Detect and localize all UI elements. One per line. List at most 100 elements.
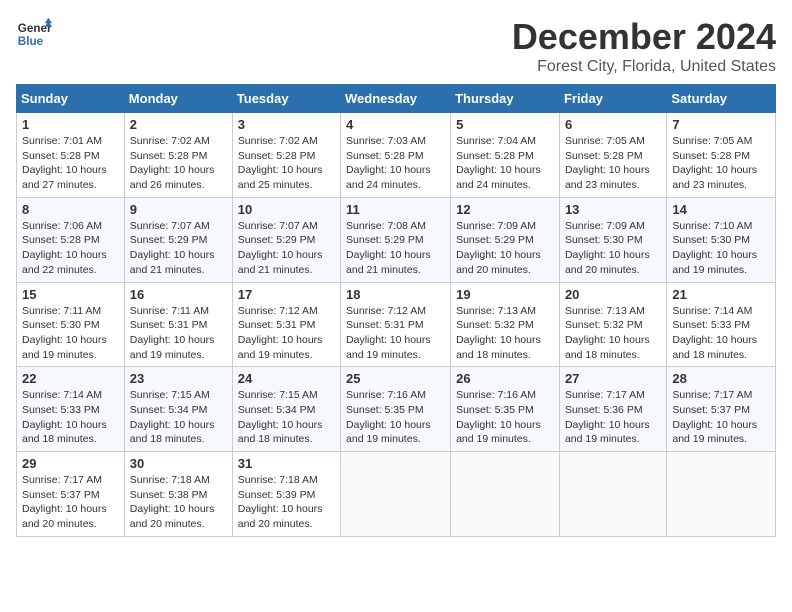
- day-number: 11: [346, 202, 445, 217]
- day-info: Sunrise: 7:10 AMSunset: 5:30 PMDaylight:…: [672, 219, 770, 278]
- calendar-day-cell: 23 Sunrise: 7:15 AMSunset: 5:34 PMDayligh…: [124, 367, 232, 452]
- calendar-day-cell: 12 Sunrise: 7:09 AMSunset: 5:29 PMDayligh…: [451, 197, 560, 282]
- day-number: 13: [565, 202, 661, 217]
- day-number: 10: [238, 202, 335, 217]
- day-info: Sunrise: 7:06 AMSunset: 5:28 PMDaylight:…: [22, 219, 119, 278]
- calendar-day-cell: 16 Sunrise: 7:11 AMSunset: 5:31 PMDayligh…: [124, 282, 232, 367]
- day-number: 5: [456, 117, 554, 132]
- day-info: Sunrise: 7:02 AMSunset: 5:28 PMDaylight:…: [130, 134, 227, 193]
- day-info: Sunrise: 7:15 AMSunset: 5:34 PMDaylight:…: [238, 388, 335, 447]
- weekday-header-cell: Monday: [124, 85, 232, 113]
- day-info: Sunrise: 7:16 AMSunset: 5:35 PMDaylight:…: [346, 388, 445, 447]
- day-info: Sunrise: 7:11 AMSunset: 5:31 PMDaylight:…: [130, 304, 227, 363]
- day-info: Sunrise: 7:01 AMSunset: 5:28 PMDaylight:…: [22, 134, 119, 193]
- calendar-week-row: 1 Sunrise: 7:01 AMSunset: 5:28 PMDaylight…: [17, 113, 776, 198]
- logo: General Blue: [16, 16, 52, 52]
- calendar-day-cell: 2 Sunrise: 7:02 AMSunset: 5:28 PMDaylight…: [124, 113, 232, 198]
- day-number: 23: [130, 371, 227, 386]
- calendar-day-cell: 31 Sunrise: 7:18 AMSunset: 5:39 PMDayligh…: [232, 452, 340, 537]
- day-info: Sunrise: 7:07 AMSunset: 5:29 PMDaylight:…: [130, 219, 227, 278]
- day-info: Sunrise: 7:17 AMSunset: 5:37 PMDaylight:…: [672, 388, 770, 447]
- calendar-day-cell: 7 Sunrise: 7:05 AMSunset: 5:28 PMDaylight…: [667, 113, 776, 198]
- day-number: 3: [238, 117, 335, 132]
- calendar-day-cell: 30 Sunrise: 7:18 AMSunset: 5:38 PMDayligh…: [124, 452, 232, 537]
- day-info: Sunrise: 7:13 AMSunset: 5:32 PMDaylight:…: [456, 304, 554, 363]
- day-number: 30: [130, 456, 227, 471]
- day-info: Sunrise: 7:18 AMSunset: 5:39 PMDaylight:…: [238, 473, 335, 532]
- calendar-day-cell: 29 Sunrise: 7:17 AMSunset: 5:37 PMDayligh…: [17, 452, 125, 537]
- svg-text:Blue: Blue: [18, 35, 44, 48]
- calendar-day-cell: 19 Sunrise: 7:13 AMSunset: 5:32 PMDayligh…: [451, 282, 560, 367]
- day-number: 25: [346, 371, 445, 386]
- calendar-day-cell: 18Sunrise: 7:12 AMSunset: 5:31 PMDayligh…: [341, 282, 451, 367]
- day-info: Sunrise: 7:12 AMSunset: 5:31 PMDaylight:…: [238, 304, 335, 363]
- calendar-day-cell: [451, 452, 560, 537]
- calendar-day-cell: 1 Sunrise: 7:01 AMSunset: 5:28 PMDaylight…: [17, 113, 125, 198]
- page-header: General Blue December 2024 Forest City, …: [16, 16, 776, 76]
- day-number: 18: [346, 287, 445, 302]
- day-info: Sunrise: 7:18 AMSunset: 5:38 PMDaylight:…: [130, 473, 227, 532]
- day-number: 24: [238, 371, 335, 386]
- day-info: Sunrise: 7:05 AMSunset: 5:28 PMDaylight:…: [672, 134, 770, 193]
- calendar-day-cell: 11 Sunrise: 7:08 AMSunset: 5:29 PMDayligh…: [341, 197, 451, 282]
- calendar-day-cell: 9 Sunrise: 7:07 AMSunset: 5:29 PMDaylight…: [124, 197, 232, 282]
- weekday-header-cell: Sunday: [17, 85, 125, 113]
- weekday-header-cell: Thursday: [451, 85, 560, 113]
- day-number: 28: [672, 371, 770, 386]
- weekday-header-cell: Saturday: [667, 85, 776, 113]
- calendar-day-cell: 21 Sunrise: 7:14 AMSunset: 5:33 PMDayligh…: [667, 282, 776, 367]
- day-info: Sunrise: 7:14 AMSunset: 5:33 PMDaylight:…: [672, 304, 770, 363]
- day-info: Sunrise: 7:16 AMSunset: 5:35 PMDaylight:…: [456, 388, 554, 447]
- calendar-day-cell: 10 Sunrise: 7:07 AMSunset: 5:29 PMDayligh…: [232, 197, 340, 282]
- calendar-day-cell: 13 Sunrise: 7:09 AMSunset: 5:30 PMDayligh…: [559, 197, 666, 282]
- day-number: 7: [672, 117, 770, 132]
- calendar-day-cell: 20Sunrise: 7:13 AMSunset: 5:32 PMDayligh…: [559, 282, 666, 367]
- day-number: 17: [238, 287, 335, 302]
- day-info: Sunrise: 7:09 AMSunset: 5:30 PMDaylight:…: [565, 219, 661, 278]
- day-number: 19: [456, 287, 554, 302]
- day-number: 16: [130, 287, 227, 302]
- day-info: Sunrise: 7:11 AMSunset: 5:30 PMDaylight:…: [22, 304, 119, 363]
- day-number: 27: [565, 371, 661, 386]
- day-number: 1: [22, 117, 119, 132]
- weekday-header-cell: Friday: [559, 85, 666, 113]
- calendar-day-cell: 24 Sunrise: 7:15 AMSunset: 5:34 PMDayligh…: [232, 367, 340, 452]
- day-number: 8: [22, 202, 119, 217]
- day-info: Sunrise: 7:02 AMSunset: 5:28 PMDaylight:…: [238, 134, 335, 193]
- day-info: Sunrise: 7:08 AMSunset: 5:29 PMDaylight:…: [346, 219, 445, 278]
- calendar-day-cell: 8 Sunrise: 7:06 AMSunset: 5:28 PMDaylight…: [17, 197, 125, 282]
- weekday-header-cell: Tuesday: [232, 85, 340, 113]
- month-title: December 2024: [512, 16, 776, 58]
- day-info: Sunrise: 7:05 AMSunset: 5:28 PMDaylight:…: [565, 134, 661, 193]
- calendar-week-row: 29 Sunrise: 7:17 AMSunset: 5:37 PMDayligh…: [17, 452, 776, 537]
- calendar-table: SundayMondayTuesdayWednesdayThursdayFrid…: [16, 84, 776, 537]
- calendar-day-cell: [341, 452, 451, 537]
- day-number: 9: [130, 202, 227, 217]
- calendar-day-cell: 27 Sunrise: 7:17 AMSunset: 5:36 PMDayligh…: [559, 367, 666, 452]
- location-title: Forest City, Florida, United States: [512, 58, 776, 76]
- day-info: Sunrise: 7:15 AMSunset: 5:34 PMDaylight:…: [130, 388, 227, 447]
- calendar-day-cell: 22Sunrise: 7:14 AMSunset: 5:33 PMDayligh…: [17, 367, 125, 452]
- day-number: 21: [672, 287, 770, 302]
- day-info: Sunrise: 7:17 AMSunset: 5:36 PMDaylight:…: [565, 388, 661, 447]
- day-number: 29: [22, 456, 119, 471]
- calendar-day-cell: 4Sunrise: 7:03 AMSunset: 5:28 PMDaylight…: [341, 113, 451, 198]
- day-info: Sunrise: 7:09 AMSunset: 5:29 PMDaylight:…: [456, 219, 554, 278]
- day-number: 20: [565, 287, 661, 302]
- calendar-day-cell: 17 Sunrise: 7:12 AMSunset: 5:31 PMDayligh…: [232, 282, 340, 367]
- day-number: 12: [456, 202, 554, 217]
- calendar-day-cell: 14Sunrise: 7:10 AMSunset: 5:30 PMDayligh…: [667, 197, 776, 282]
- calendar-day-cell: 3 Sunrise: 7:02 AMSunset: 5:28 PMDaylight…: [232, 113, 340, 198]
- day-number: 2: [130, 117, 227, 132]
- day-info: Sunrise: 7:04 AMSunset: 5:28 PMDaylight:…: [456, 134, 554, 193]
- day-number: 31: [238, 456, 335, 471]
- calendar-day-cell: [667, 452, 776, 537]
- calendar-day-cell: 6Sunrise: 7:05 AMSunset: 5:28 PMDaylight…: [559, 113, 666, 198]
- weekday-header-cell: Wednesday: [341, 85, 451, 113]
- day-info: Sunrise: 7:17 AMSunset: 5:37 PMDaylight:…: [22, 473, 119, 532]
- day-number: 26: [456, 371, 554, 386]
- day-info: Sunrise: 7:07 AMSunset: 5:29 PMDaylight:…: [238, 219, 335, 278]
- calendar-body: 1 Sunrise: 7:01 AMSunset: 5:28 PMDaylight…: [17, 113, 776, 537]
- weekday-header-row: SundayMondayTuesdayWednesdayThursdayFrid…: [17, 85, 776, 113]
- day-number: 15: [22, 287, 119, 302]
